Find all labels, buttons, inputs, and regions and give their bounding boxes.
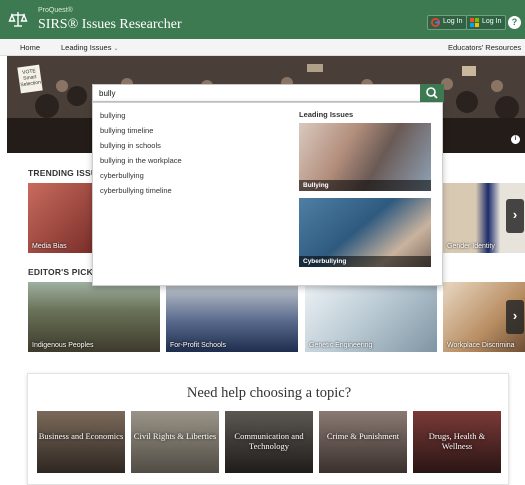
topic-civil-rights[interactable]: Civil Rights & Liberties xyxy=(131,411,219,473)
topic-label: Drugs, Health & Wellness xyxy=(428,431,486,451)
leading-issue-caption: Bullying xyxy=(299,180,431,191)
tile-caption: Media Bias xyxy=(32,243,67,250)
tile-caption: Genetic Engineering xyxy=(309,342,373,349)
nav-bar: Home Leading Issues ⌄ Educators' Resource… xyxy=(0,39,525,56)
suggestion-item[interactable]: bullying xyxy=(100,111,125,120)
leading-issue-cyberbullying[interactable]: Cyberbullying xyxy=(299,198,431,267)
topic-label: Crime & Punishment xyxy=(326,431,400,441)
nav-leading-issues-label: Leading Issues xyxy=(61,43,112,52)
microsoft-login-button[interactable]: Log In xyxy=(466,15,507,30)
vote-sign: VOTE Smart Selection xyxy=(17,64,43,94)
topic-drugs-health-wellness[interactable]: Drugs, Health & Wellness xyxy=(413,411,501,473)
topic-business-economics[interactable]: Business and Economics xyxy=(37,411,125,473)
editors-tile-genetic-engineering[interactable]: Genetic Engineering xyxy=(305,282,437,352)
trending-heading: TRENDING ISSU xyxy=(28,168,98,178)
search-button[interactable] xyxy=(420,84,444,102)
topic-communication-technology[interactable]: Communication and Technology xyxy=(225,411,313,473)
chevron-down-icon: ⌄ xyxy=(113,46,119,52)
topic-help-title: Need help choosing a topic? xyxy=(186,385,352,401)
search-suggestions-dropdown: bullying bullying timeline bullying in s… xyxy=(92,102,443,286)
nav-leading-issues[interactable]: Leading Issues ⌄ xyxy=(61,43,118,52)
editors-next-arrow[interactable]: › xyxy=(506,300,524,334)
help-icon[interactable]: ? xyxy=(508,16,521,29)
microsoft-login-label: Log In xyxy=(482,18,502,25)
search-bar xyxy=(92,84,444,102)
google-login-label: Log In xyxy=(443,18,463,25)
scales-icon xyxy=(8,12,28,27)
leading-issues-heading: Leading Issues xyxy=(299,110,354,119)
topic-crime-punishment[interactable]: Crime & Punishment xyxy=(319,411,407,473)
suggestion-item[interactable]: bullying in schools xyxy=(100,141,161,150)
tile-caption: Indigenous Peoples xyxy=(32,342,94,349)
nav-home[interactable]: Home xyxy=(20,43,40,52)
search-icon xyxy=(426,87,438,99)
suggestion-item[interactable]: bullying timeline xyxy=(100,126,153,135)
topic-help-panel: Need help choosing a topic? Business and… xyxy=(27,373,509,485)
google-login-button[interactable]: Log In xyxy=(427,15,468,30)
microsoft-icon xyxy=(470,18,479,27)
editors-tile-for-profit-schools[interactable]: For-Profit Schools xyxy=(166,282,298,352)
editors-tile-indigenous-peoples[interactable]: Indigenous Peoples xyxy=(28,282,160,352)
topic-label: Communication and Technology xyxy=(234,431,304,451)
topic-label: Business and Economics xyxy=(38,431,124,441)
nav-educators-resources[interactable]: Educators' Resources xyxy=(448,43,521,52)
top-header: ProQuest® SIRS® Issues Researcher Log In… xyxy=(0,0,525,39)
tile-caption: Gender Identity xyxy=(447,243,495,250)
suggestion-item[interactable]: cyberbullying timeline xyxy=(100,186,172,195)
suggestion-item[interactable]: bullying in the workplace xyxy=(100,156,182,165)
search-input[interactable] xyxy=(93,85,419,101)
editors-picks-heading: EDITOR'S PICKS xyxy=(28,267,99,277)
brand-parent: ProQuest® xyxy=(38,7,73,14)
topic-label: Civil Rights & Liberties xyxy=(133,431,217,441)
page: ProQuest® SIRS® Issues Researcher Log In… xyxy=(0,0,525,485)
tile-caption: Workplace Discrimina xyxy=(447,342,515,349)
leading-issue-caption: Cyberbullying xyxy=(299,256,431,267)
info-icon[interactable]: i xyxy=(511,135,520,144)
suggestion-item[interactable]: cyberbullying xyxy=(100,171,144,180)
trending-tile-media-bias[interactable]: Media Bias xyxy=(28,183,92,253)
trending-next-arrow[interactable]: › xyxy=(506,199,524,233)
site-title[interactable]: SIRS® Issues Researcher xyxy=(38,17,182,33)
google-icon xyxy=(431,18,440,27)
tile-caption: For-Profit Schools xyxy=(170,342,227,349)
leading-issue-bullying[interactable]: Bullying xyxy=(299,123,431,191)
